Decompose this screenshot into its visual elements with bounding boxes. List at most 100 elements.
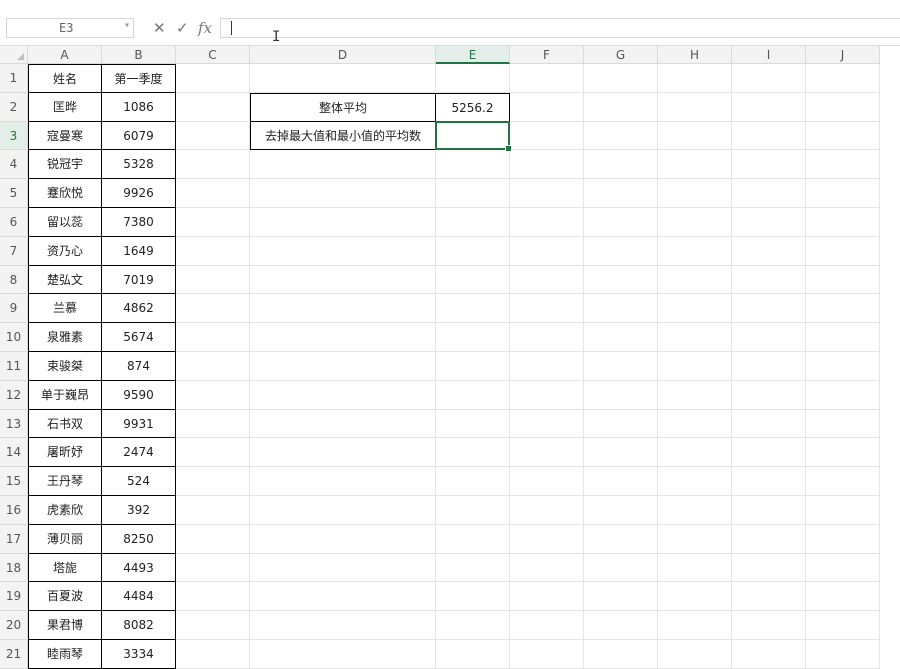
cell-h19[interactable] [658,582,732,612]
cell-b10[interactable]: 5674 [102,323,176,352]
cell-b15[interactable]: 524 [102,467,176,496]
row-header-1[interactable]: 1 [0,64,28,93]
cell-f10[interactable] [510,323,584,352]
cell-a11[interactable]: 束骏桀 [28,352,102,381]
cell-e15[interactable] [436,467,510,496]
cell-i6[interactable] [732,208,806,237]
cell-e2[interactable]: 5256.2 [436,92,510,122]
cell-c11[interactable] [176,352,250,381]
cell-i12[interactable] [732,380,806,410]
cell-c15[interactable] [176,467,250,496]
cell-b6[interactable]: 7380 [102,208,176,237]
cell-e6[interactable] [436,208,510,237]
cell-i17[interactable] [732,524,806,554]
cell-a18[interactable]: 塔旎 [28,553,102,583]
cell-c21[interactable] [176,640,250,669]
cell-g11[interactable] [584,352,658,381]
cell-j11[interactable] [806,352,880,381]
column-header-j[interactable]: J [806,46,880,64]
cell-a10[interactable]: 泉雅素 [28,323,102,352]
cell-j15[interactable] [806,467,880,496]
cell-h6[interactable] [658,208,732,237]
cell-j6[interactable] [806,208,880,237]
cell-e12[interactable] [436,380,510,410]
cell-e10[interactable] [436,323,510,352]
cell-b11[interactable]: 874 [102,352,176,381]
cell-c18[interactable] [176,553,250,583]
cell-b7[interactable]: 1649 [102,236,176,266]
cell-b14[interactable]: 2474 [102,438,176,468]
cell-h12[interactable] [658,380,732,410]
cell-e8[interactable] [436,265,510,295]
cell-g10[interactable] [584,323,658,352]
cell-a14[interactable]: 屠昕妤 [28,438,102,468]
cell-b4[interactable]: 5328 [102,150,176,180]
cell-g12[interactable] [584,380,658,410]
row-header-13[interactable]: 13 [0,409,28,439]
cell-e3[interactable] [436,121,510,151]
cell-i13[interactable] [732,409,806,439]
row-header-15[interactable]: 15 [0,467,28,496]
cell-c10[interactable] [176,323,250,352]
select-all-corner[interactable] [0,46,28,64]
cell-c8[interactable] [176,265,250,295]
cell-j17[interactable] [806,524,880,554]
cell-b18[interactable]: 4493 [102,553,176,583]
cell-c7[interactable] [176,236,250,266]
cell-j21[interactable] [806,640,880,669]
row-header-7[interactable]: 7 [0,236,28,266]
cell-b3[interactable]: 6079 [102,121,176,151]
cell-f8[interactable] [510,265,584,295]
cell-a15[interactable]: 王丹琴 [28,467,102,496]
cell-j20[interactable] [806,611,880,640]
cell-h8[interactable] [658,265,732,295]
cell-f4[interactable] [510,150,584,180]
cell-d13[interactable] [250,409,436,439]
cell-f15[interactable] [510,467,584,496]
cell-i15[interactable] [732,467,806,496]
column-header-b[interactable]: B [102,46,176,64]
cell-a16[interactable]: 虎素欣 [28,496,102,525]
cell-g20[interactable] [584,611,658,640]
row-header-21[interactable]: 21 [0,640,28,669]
cell-h18[interactable] [658,553,732,583]
cell-b2[interactable]: 1086 [102,92,176,122]
cell-a3[interactable]: 寇曼寒 [28,121,102,151]
cell-h9[interactable] [658,294,732,324]
cell-i9[interactable] [732,294,806,324]
cell-c1[interactable] [176,64,250,93]
cell-f14[interactable] [510,438,584,468]
cell-i3[interactable] [732,121,806,151]
cell-c4[interactable] [176,150,250,180]
cell-f3[interactable] [510,121,584,151]
cell-g13[interactable] [584,409,658,439]
cell-i1[interactable] [732,64,806,93]
cell-f13[interactable] [510,409,584,439]
cell-h5[interactable] [658,179,732,208]
cell-e18[interactable] [436,553,510,583]
cell-g17[interactable] [584,524,658,554]
cell-d10[interactable] [250,323,436,352]
cell-a6[interactable]: 留以蕊 [28,208,102,237]
cell-e4[interactable] [436,150,510,180]
cell-i16[interactable] [732,496,806,525]
cell-d15[interactable] [250,467,436,496]
cell-g16[interactable] [584,496,658,525]
cell-j13[interactable] [806,409,880,439]
row-header-20[interactable]: 20 [0,611,28,640]
column-header-e[interactable]: E [436,46,510,64]
name-box[interactable]: E3 ▾ [6,18,134,38]
cell-a20[interactable]: 果君博 [28,611,102,640]
cell-g2[interactable] [584,92,658,122]
cell-d12[interactable] [250,380,436,410]
cell-g3[interactable] [584,121,658,151]
cell-a9[interactable]: 兰慕 [28,294,102,324]
cell-j3[interactable] [806,121,880,151]
cell-i5[interactable] [732,179,806,208]
cell-d8[interactable] [250,265,436,295]
cell-f5[interactable] [510,179,584,208]
cell-d16[interactable] [250,496,436,525]
row-header-3[interactable]: 3 [0,121,28,151]
cell-h14[interactable] [658,438,732,468]
cell-d18[interactable] [250,553,436,583]
